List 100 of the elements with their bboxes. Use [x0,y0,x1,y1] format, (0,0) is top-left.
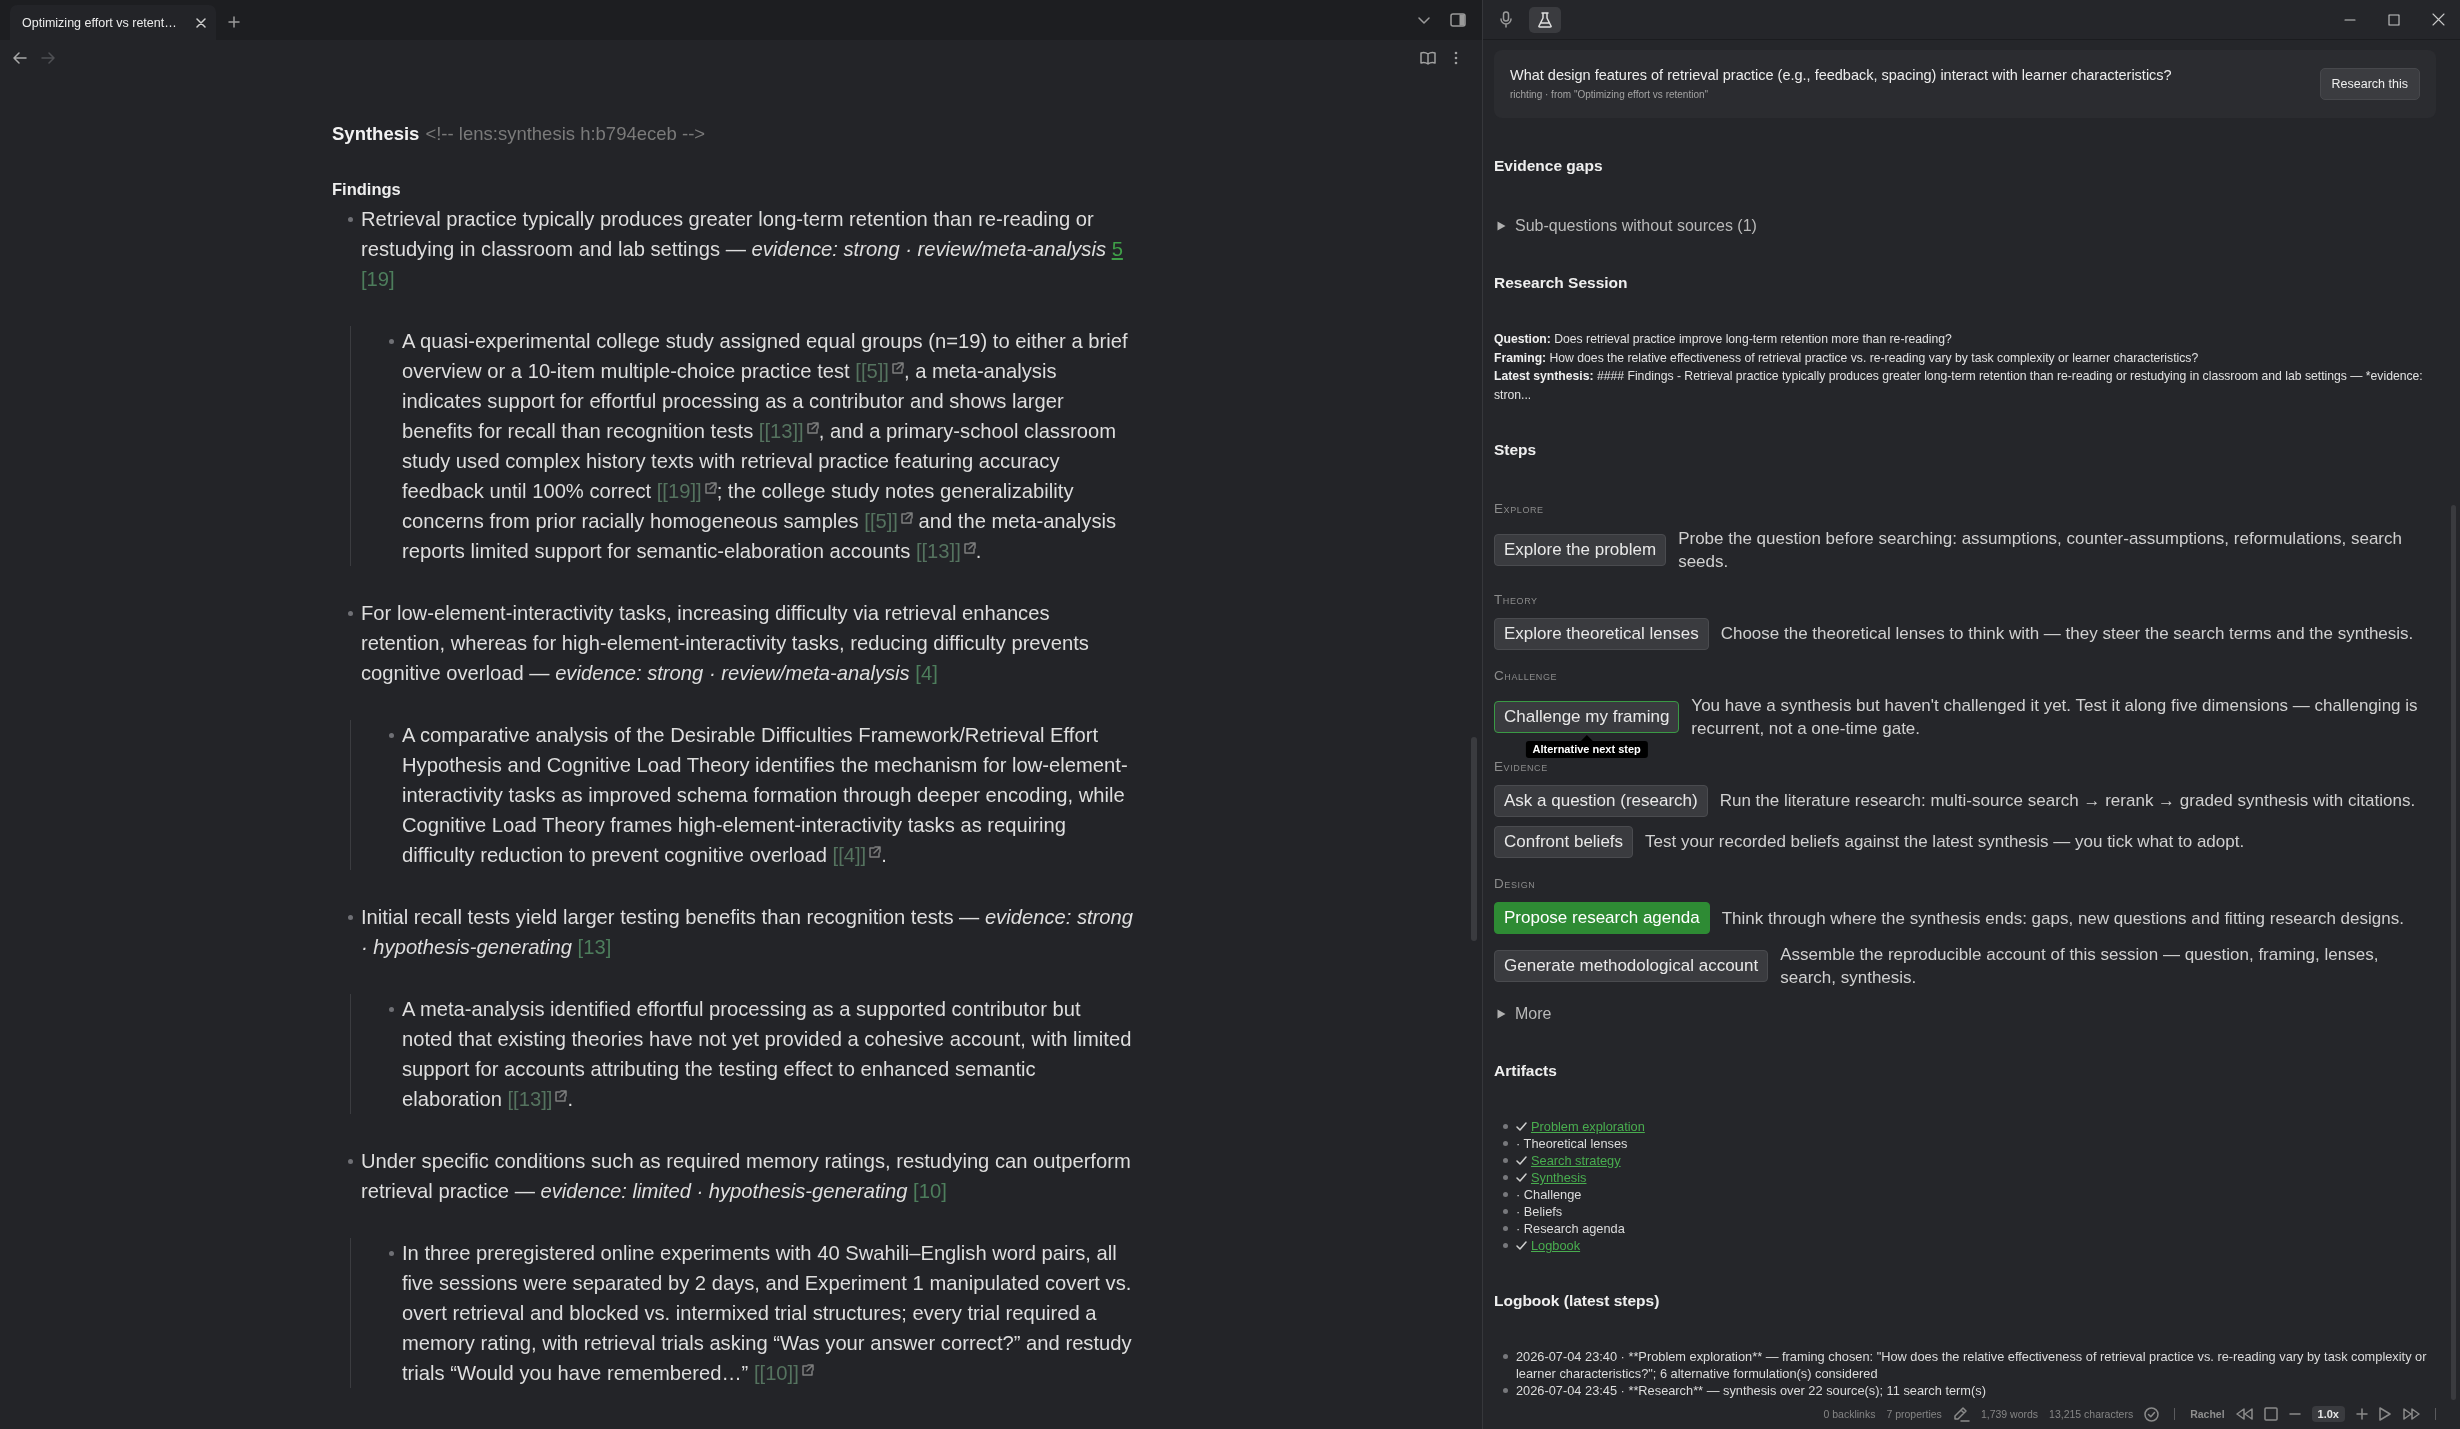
check-icon [1516,1122,1527,1131]
step-group-label: Theory [1494,590,1539,609]
section-heading: Evidence gaps [1494,156,1604,176]
citation-link[interactable]: [[13]] [915,536,976,566]
artifact-label: · Beliefs [1516,1204,1563,1219]
citation-link[interactable]: [[5]] [864,506,913,536]
citation-link[interactable]: [[4]] [832,840,882,870]
question-source: richting · from "Optimizing effort vs retention" [1510,88,1710,102]
bullet-icon [1503,1226,1508,1231]
reference-link[interactable]: [19] [361,268,395,290]
back-arrow-icon[interactable] [13,52,27,64]
artifact-label: · Challenge [1516,1187,1582,1202]
finding-detail-text: A quasi-experimental college study assigned equal groups (n=19) to either a brief overview or a 10-item multiple-choice practice test [[5]] , a meta-analysis indicates support for effortful processing as a contributor and shows larger benefits for recall than recognition tests [[13]] , and a primary-school classroom study used complex history texts with retrieval practice featuring accuracy feedback until 100% correct [[19]] ; the college study notes generalizability concerns from prior racially homogeneous samples [[5]] and the meta-analysis reports limited support for semantic-elaboration accounts [[13]] . [402,326,1135,566]
flask-tab[interactable] [1529,6,1561,33]
artifact-link[interactable]: Synthesis [1531,1170,1587,1185]
character-count: 13,215 characters [2049,1408,2134,1420]
document-heading: Synthesis [332,122,420,146]
step-button[interactable]: Challenge my framing [1494,701,1680,733]
finding-text: For low-element-interactivity tasks, increasing difficulty via retrieval enhances retention, whereas for high-element-interactivity tasks, reducing difficulty prevents cognitive overload — evidence: strong · review/meta-analysis [4] [361,601,1090,686]
external-link-icon [868,846,882,858]
bullet-icon [389,1007,394,1012]
properties-count[interactable]: 7 properties [1886,1408,1942,1420]
bullet-icon [389,339,394,344]
citation-link[interactable]: [[10]] [753,1358,814,1388]
finding-detail-text: In three preregistered online experiments with 40 Swahili–English word pairs, all five sessions were separated by 2 days, and Experiment 1 manipulated covert vs. overt retrieval and blocked vs. intermixed trial structures; every trial required a memory rating, with retrieval trials asking “Was your answer correct?” and restudy trials “Would you have remembered…” [[10]] [402,1238,1135,1388]
artifact-link[interactable]: Search strategy [1531,1153,1621,1168]
disclosure-toggle[interactable]: More [1494,1002,2436,1026]
more-options-icon[interactable] [1454,51,1458,65]
chevron-down-icon[interactable] [1418,16,1430,24]
stop-icon[interactable] [2263,1407,2278,1421]
step-description: You have a synthesis but haven't challenged it yet. Test it along five dimensions — challenging is recurrent, not a one-time gate. [1691,695,2419,740]
step-button[interactable]: Confront beliefs [1494,825,1634,858]
session-field: Question: Does retrieval practice improve long-term retention more than re-reading? [1494,330,2436,349]
bullet-icon [1503,1192,1508,1197]
step-group-label: Challenge [1494,667,1559,685]
fast-forward-icon[interactable] [2402,1408,2420,1420]
book-icon[interactable] [1420,51,1436,65]
reference-link[interactable]: [10] [913,1180,947,1202]
research-button[interactable]: Research this [2319,68,2420,100]
backlinks-count[interactable]: 0 backlinks [1823,1408,1876,1420]
finding-text: Retrieval practice typically produces greater long-term retention than re-reading or restudying in classroom and lab settings — evidence: strong · review/meta-analysis 5 [19] [361,207,1124,292]
tooltip: Alternative next step [1525,735,1648,758]
bullet-icon [348,611,353,616]
check-icon [1516,1156,1527,1165]
mic-icon [1500,11,1512,28]
minus-icon[interactable] [2288,1413,2301,1415]
plus-icon[interactable] [228,16,240,28]
artifact-label: · Research agenda [1516,1221,1625,1236]
step-button[interactable]: Generate methodological account [1494,950,1769,982]
artifact-link[interactable]: Problem exploration [1531,1119,1645,1134]
speed-badge[interactable]: 1.0x [2311,1406,2345,1422]
citation-link[interactable]: [[19]] [656,476,717,506]
pencil-icon[interactable] [1952,1406,1970,1422]
bullet-icon [348,915,353,920]
maximize-icon[interactable] [2388,13,2400,26]
check-circle-icon[interactable] [2144,1406,2160,1422]
rewind-icon[interactable] [2235,1408,2253,1420]
bullet-icon [1503,1388,1508,1393]
external-link-icon [800,1364,814,1376]
section-heading: Logbook (latest steps) [1494,1291,1661,1311]
artifact-link[interactable]: Logbook [1531,1238,1581,1253]
step-button[interactable]: Ask a question (research) [1494,784,1708,817]
bullet-icon [389,1251,394,1256]
flask-icon [1538,11,1552,28]
heading-comment: <!-- lens:synthesis h:b794eceb --> [425,122,706,146]
external-link-icon [554,1090,568,1102]
disclosure-toggle[interactable]: Sub-questions without sources (1) [1494,214,2436,238]
step-description: Probe the question before searching: assumptions, counter-assumptions, reformulations, search seeds. [1678,528,2403,573]
minimize-icon[interactable] [2344,18,2356,21]
voice-name[interactable]: Rachel [2190,1408,2225,1420]
finding-text: Initial recall tests yield larger testing benefits than recognition tests — evidence: strong · hypothesis-generating [13] [361,905,1135,960]
step-description: Test your recorded beliefs against the latest synthesis — you tick what to adopt. [1645,831,2246,853]
sidebar-toggle-icon[interactable] [1450,13,1466,27]
reference-link[interactable]: [4] [915,662,938,684]
reference-link[interactable]: [13] [577,936,612,958]
bullet-icon [1503,1141,1508,1146]
section-heading: Findings [332,179,402,200]
external-link-icon [899,512,913,524]
step-button[interactable]: Propose research agenda [1494,902,1710,934]
step-button[interactable]: Explore theoretical lenses [1494,617,1709,650]
step-button[interactable]: Explore the problem [1494,534,1667,566]
section-heading: Steps [1494,440,1538,460]
play-icon[interactable] [2379,1407,2391,1421]
citation-link[interactable]: [[13]] [758,416,819,446]
citation-link[interactable]: 5 [1111,238,1123,260]
citation-link[interactable]: [[13]] [507,1084,568,1114]
external-link-icon [890,362,904,374]
citation-link[interactable]: [[5]] [855,356,904,386]
finding-detail-text: A meta-analysis identified effortful processing as a supported contributor but noted that existing theories have not yet provided a cohesive account, with limited support for accounts attributing the testing effect to enhanced semantic elaboration [[13]] . [402,994,1135,1114]
section-heading: Artifacts [1494,1061,1558,1081]
plus-icon[interactable] [2356,1408,2368,1420]
close-icon[interactable] [2431,13,2445,26]
session-field: Framing: How does the relative effectiveness of retrieval practice vs. re-reading vary by task complexity or learner characteristics? [1494,348,2436,367]
step-description: Run the literature research: multi-source search → rerank → graded synthesis with citations. [1719,790,2417,812]
bullet-icon [348,1159,353,1164]
bullet-icon [1503,1209,1508,1214]
check-icon [1516,1173,1527,1182]
document-tab[interactable]: Optimizing effort vs retent… [10,5,216,40]
bullet-icon [348,217,353,222]
close-icon[interactable] [196,17,206,28]
